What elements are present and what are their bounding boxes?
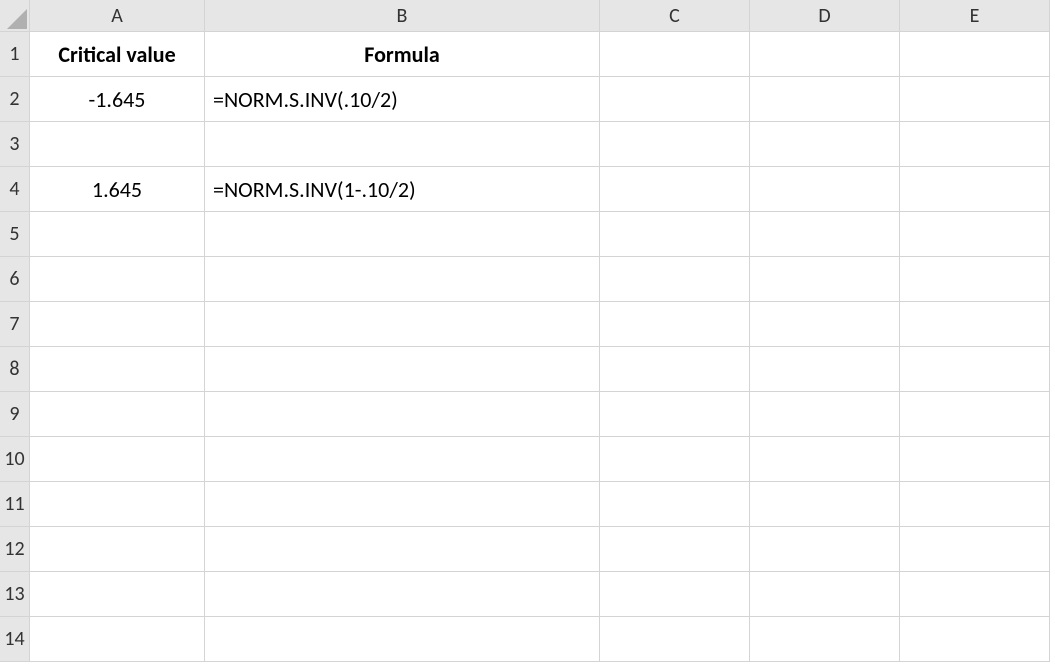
cell-d8[interactable]: [750, 347, 900, 392]
row-header-12[interactable]: 12: [0, 527, 30, 572]
cell-a3[interactable]: [30, 122, 205, 167]
cell-e1[interactable]: [900, 32, 1050, 77]
row-header-6[interactable]: 6: [0, 257, 30, 302]
cell-c6[interactable]: [600, 257, 750, 302]
row-header-8[interactable]: 8: [0, 347, 30, 392]
cell-b8[interactable]: [205, 347, 600, 392]
cell-a13[interactable]: [30, 572, 205, 617]
cell-e11[interactable]: [900, 482, 1050, 527]
cell-b1[interactable]: Formula: [205, 32, 600, 77]
cell-d11[interactable]: [750, 482, 900, 527]
col-header-a[interactable]: A: [30, 0, 205, 32]
cell-e6[interactable]: [900, 257, 1050, 302]
cell-d10[interactable]: [750, 437, 900, 482]
row-header-13[interactable]: 13: [0, 572, 30, 617]
cell-d2[interactable]: [750, 77, 900, 122]
cell-c9[interactable]: [600, 392, 750, 437]
cell-a11[interactable]: [30, 482, 205, 527]
cell-e12[interactable]: [900, 527, 1050, 572]
cell-c10[interactable]: [600, 437, 750, 482]
cell-c5[interactable]: [600, 212, 750, 257]
cell-b7[interactable]: [205, 302, 600, 347]
cell-a1[interactable]: Critical value: [30, 32, 205, 77]
cell-c8[interactable]: [600, 347, 750, 392]
cell-e7[interactable]: [900, 302, 1050, 347]
cell-a5[interactable]: [30, 212, 205, 257]
cell-b12[interactable]: [205, 527, 600, 572]
row-header-1[interactable]: 1: [0, 32, 30, 77]
cell-c4[interactable]: [600, 167, 750, 212]
cell-d6[interactable]: [750, 257, 900, 302]
cell-e9[interactable]: [900, 392, 1050, 437]
cell-b5[interactable]: [205, 212, 600, 257]
cell-b10[interactable]: [205, 437, 600, 482]
cell-a9[interactable]: [30, 392, 205, 437]
col-header-c[interactable]: C: [600, 0, 750, 32]
cell-b14[interactable]: [205, 617, 600, 662]
cell-b6[interactable]: [205, 257, 600, 302]
cell-e13[interactable]: [900, 572, 1050, 617]
cell-a12[interactable]: [30, 527, 205, 572]
cell-e3[interactable]: [900, 122, 1050, 167]
cell-c3[interactable]: [600, 122, 750, 167]
cell-e14[interactable]: [900, 617, 1050, 662]
row-header-3[interactable]: 3: [0, 122, 30, 167]
cell-d12[interactable]: [750, 527, 900, 572]
cell-c1[interactable]: [600, 32, 750, 77]
cell-c12[interactable]: [600, 527, 750, 572]
row-header-7[interactable]: 7: [0, 302, 30, 347]
spreadsheet-grid: A B C D E 1 Critical value Formula 2 -1.…: [0, 0, 1055, 662]
row-header-4[interactable]: 4: [0, 167, 30, 212]
cell-e8[interactable]: [900, 347, 1050, 392]
row-header-10[interactable]: 10: [0, 437, 30, 482]
cell-c7[interactable]: [600, 302, 750, 347]
cell-e10[interactable]: [900, 437, 1050, 482]
col-header-e[interactable]: E: [900, 0, 1050, 32]
cell-a2[interactable]: -1.645: [30, 77, 205, 122]
row-header-11[interactable]: 11: [0, 482, 30, 527]
col-header-d[interactable]: D: [750, 0, 900, 32]
cell-c14[interactable]: [600, 617, 750, 662]
row-header-2[interactable]: 2: [0, 77, 30, 122]
row-header-5[interactable]: 5: [0, 212, 30, 257]
cell-d3[interactable]: [750, 122, 900, 167]
cell-b13[interactable]: [205, 572, 600, 617]
cell-a4[interactable]: 1.645: [30, 167, 205, 212]
cell-d9[interactable]: [750, 392, 900, 437]
cell-a14[interactable]: [30, 617, 205, 662]
cell-b3[interactable]: [205, 122, 600, 167]
cell-d7[interactable]: [750, 302, 900, 347]
cell-d1[interactable]: [750, 32, 900, 77]
row-header-9[interactable]: 9: [0, 392, 30, 437]
row-header-14[interactable]: 14: [0, 617, 30, 662]
cell-d14[interactable]: [750, 617, 900, 662]
cell-b2[interactable]: =NORM.S.INV(.10/2): [205, 77, 600, 122]
cell-b11[interactable]: [205, 482, 600, 527]
cell-d13[interactable]: [750, 572, 900, 617]
cell-a10[interactable]: [30, 437, 205, 482]
cell-e5[interactable]: [900, 212, 1050, 257]
cell-c13[interactable]: [600, 572, 750, 617]
cell-c11[interactable]: [600, 482, 750, 527]
col-header-b[interactable]: B: [205, 0, 600, 32]
cell-a6[interactable]: [30, 257, 205, 302]
cell-d5[interactable]: [750, 212, 900, 257]
cell-c2[interactable]: [600, 77, 750, 122]
select-all-corner[interactable]: [0, 0, 30, 32]
cell-d4[interactable]: [750, 167, 900, 212]
cell-e4[interactable]: [900, 167, 1050, 212]
cell-b9[interactable]: [205, 392, 600, 437]
cell-a8[interactable]: [30, 347, 205, 392]
cell-e2[interactable]: [900, 77, 1050, 122]
cell-b4[interactable]: =NORM.S.INV(1-.10/2): [205, 167, 600, 212]
cell-a7[interactable]: [30, 302, 205, 347]
